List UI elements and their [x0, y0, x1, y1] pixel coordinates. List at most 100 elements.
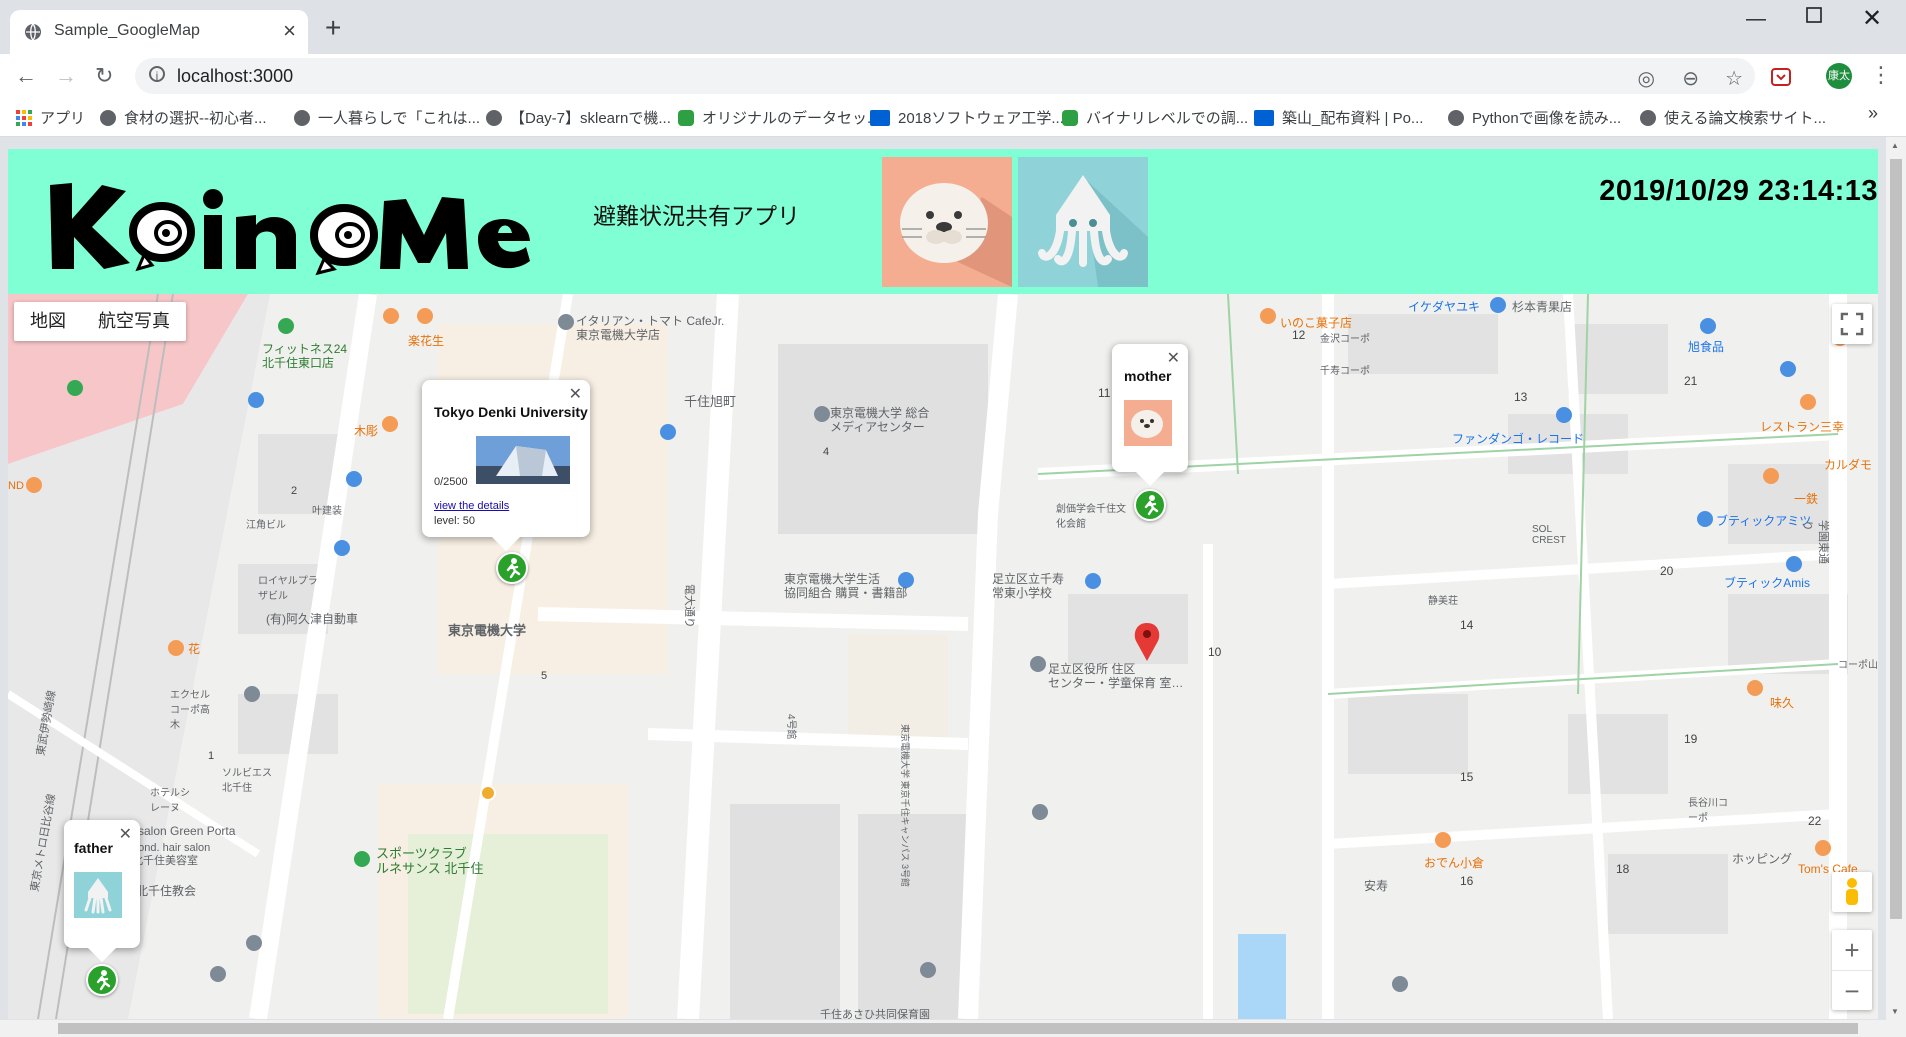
zoom-icon[interactable]: ⊖ [1682, 66, 1699, 91]
poi-label: 千住あさひ共同保育園 [820, 1009, 930, 1019]
bookmark-item[interactable]: オリジナルのデータセッ... [678, 107, 880, 128]
squid-icon [1038, 175, 1148, 287]
poi-label: コーポ山 [1838, 660, 1878, 671]
bookmark-item[interactable]: 一人暮らしで「これは... [294, 107, 480, 128]
close-icon[interactable]: ✕ [569, 384, 582, 404]
zoom-out-icon[interactable]: − [1832, 970, 1872, 1011]
poi-label: イケダヤユキ [1408, 300, 1481, 314]
runner-marker-father[interactable] [86, 964, 118, 996]
block-number: 5 [541, 670, 548, 682]
poi-label: bond. hair salon 北千住美容室 [132, 842, 211, 867]
map-type-satellite[interactable]: 航空写真 [82, 302, 186, 341]
bookmark-label: 築山_配布資料 | Po... [1282, 110, 1424, 127]
bookmark-label: 食材の選択--初心者... [124, 110, 267, 127]
close-icon[interactable]: ✕ [119, 824, 132, 844]
bookmark-item[interactable]: 【Day-7】sklearnで機... [486, 107, 671, 128]
bookmark-label: オリジナルのデータセッ... [702, 110, 880, 127]
poi-label: 楽花生 [408, 334, 445, 348]
maximize-icon[interactable] [1806, 6, 1822, 29]
vertical-scrollbar[interactable]: ▲ ▼ [1886, 137, 1906, 1020]
block-number: 4 [823, 446, 830, 458]
poi-label: 東京電機大学 総合 メディアセンター [830, 406, 930, 434]
poi-label: ロイヤルプラザビル [258, 576, 318, 602]
globe-icon [1448, 110, 1464, 126]
window-close-icon[interactable]: ✕ [1862, 4, 1882, 33]
block-number: 20 [1660, 564, 1674, 578]
bookmark-label: バイナリレベルでの調... [1086, 110, 1249, 127]
poi-label: 江角ビル [246, 520, 286, 531]
app-subtitle: 避難状況共有アプリ [593, 203, 800, 229]
block-number: 16 [1460, 874, 1474, 888]
globe-icon [100, 110, 116, 126]
scroll-down-icon[interactable]: ▼ [1891, 1007, 1899, 1016]
browser-tab[interactable]: Sample_GoogleMap × [10, 10, 308, 54]
bookmark-item[interactable]: 2018ソフトウェア工学... [870, 107, 1064, 128]
scroll-thumb[interactable] [1890, 159, 1902, 919]
building-label: 東京電機大学 東京千住キャンパス 3号館 [900, 724, 910, 888]
runner-marker-university[interactable] [496, 552, 528, 584]
seal-icon [1124, 400, 1172, 446]
poi-label: 創価学会千住文化会館 [1056, 504, 1126, 530]
bookmark-item[interactable]: 築山_配布資料 | Po... [1254, 107, 1423, 128]
fullscreen-button[interactable] [1832, 304, 1872, 344]
more-bookmarks-icon[interactable]: » [1868, 103, 1878, 124]
info-window-university: ✕ Tokyo Denki University 0/2500 view the… [422, 380, 590, 551]
poi-label: 安寿 [1364, 879, 1389, 893]
poi-label: 静美荘 [1428, 596, 1458, 607]
pegman-control[interactable] [1832, 872, 1872, 912]
bookmark-item[interactable]: Pythonで画像を読み... [1448, 107, 1621, 128]
road-label: 電大通り [683, 584, 695, 628]
poi-label: 東京電機大学生活 協同組合 購買・書籍部 [784, 572, 908, 600]
google-map[interactable]: フィットネス24 北千住東口店 イタリアン・トマト CafeJr. 東京電機大学店 … [8, 294, 1878, 1019]
menu-icon[interactable]: ⋮ [1870, 62, 1892, 88]
poi-label: ホッピング [1732, 852, 1793, 866]
runner-marker-mother[interactable] [1134, 489, 1166, 521]
poi-label: 旭食品 [1688, 340, 1725, 354]
block-number: 10 [1208, 645, 1222, 659]
view-details-link[interactable]: view the details [434, 500, 509, 512]
reload-icon[interactable]: ↻ [95, 63, 113, 89]
box-icon [1254, 110, 1274, 126]
info-window-mother: ✕ mother [1112, 344, 1188, 486]
zoom-in-icon[interactable]: + [1832, 930, 1872, 970]
minimize-icon[interactable]: — [1746, 8, 1766, 31]
address-bar[interactable]: i localhost:3000 ◎ ⊖ ☆ [135, 58, 1755, 94]
poi-label: SOL CREST [1532, 524, 1566, 546]
new-tab-icon[interactable]: + [325, 14, 341, 42]
forward-icon[interactable]: → [55, 63, 77, 89]
university-photo [476, 436, 570, 484]
bookmark-item[interactable]: 使える論文検索サイト... [1640, 107, 1826, 128]
close-icon[interactable]: ✕ [1167, 348, 1180, 368]
horizontal-scrollbar[interactable] [0, 1020, 1906, 1037]
scroll-thumb[interactable] [58, 1023, 1858, 1034]
seal-avatar[interactable] [882, 157, 1012, 287]
poi-label: 叶建装 [312, 506, 342, 517]
tab-strip: Sample_GoogleMap × + — ✕ [0, 0, 1906, 54]
globe-icon [1640, 110, 1656, 126]
block-number: 21 [1684, 374, 1698, 388]
poi-label: ブティックアミツ [1716, 514, 1812, 528]
bookmark-item[interactable]: 食材の選択--初心者... [100, 107, 267, 128]
zoom-control: + − [1832, 930, 1872, 1010]
chat-icon [1062, 110, 1078, 126]
map-type-roadmap[interactable]: 地図 [14, 302, 82, 341]
back-icon[interactable]: ← [15, 63, 37, 89]
bookmark-star-icon[interactable]: ☆ [1725, 66, 1743, 91]
extension-icon[interactable] [1770, 66, 1792, 88]
scroll-up-icon[interactable]: ▲ [1891, 141, 1899, 150]
info-icon[interactable]: i [149, 66, 165, 83]
current-datetime: 2019/10/29 23:14:13 [1599, 175, 1878, 207]
bookmark-apps[interactable]: アプリ [16, 107, 85, 128]
poi-label: ブティックAmis [1724, 576, 1810, 590]
location-icon[interactable]: ◎ [1638, 66, 1655, 91]
tab-close-icon[interactable]: × [283, 18, 296, 44]
poi-label: いのこ菓子店 [1280, 316, 1353, 330]
road-label: 学園東通り [1801, 520, 1829, 564]
level-text: level: 50 [434, 515, 475, 527]
squid-avatar[interactable] [1018, 157, 1148, 287]
bookmark-item[interactable]: バイナリレベルでの調... [1062, 107, 1248, 128]
profile-avatar[interactable]: 康太 [1826, 63, 1852, 89]
poi-label: ND [8, 480, 24, 492]
poi-label: 味久 [1770, 696, 1795, 710]
bookmark-label: アプリ [40, 110, 86, 127]
